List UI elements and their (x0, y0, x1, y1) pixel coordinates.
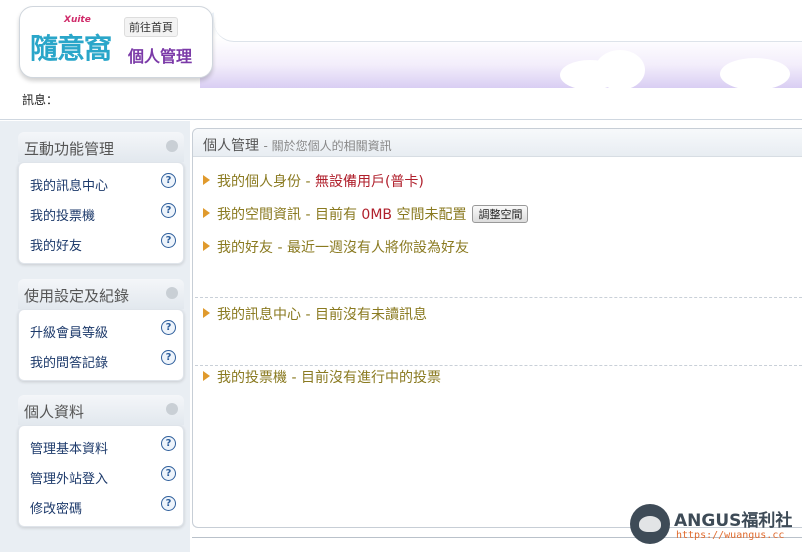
help-icon[interactable]: ? (161, 233, 176, 248)
sidebar-item-friends[interactable]: 我的好友 ? (19, 228, 183, 258)
header-circle-icon (166, 140, 178, 152)
sidebar-item-vote-machine[interactable]: 我的投票機 ? (19, 198, 183, 228)
watermark-url: https://wuangus.cc (676, 530, 785, 541)
main-title: 個人管理 - 關於您個人的相關資訊 (203, 135, 392, 155)
sidebar-item-label[interactable]: 我的訊息中心 (30, 175, 108, 194)
divider (195, 297, 802, 298)
identity-value: 無設備用戶(普卡) (314, 174, 424, 190)
row-separator: - (273, 240, 287, 256)
sidebar-section-title: 互動功能管理 (24, 140, 115, 158)
votes-value: 目前沒有進行中的投票 (300, 370, 441, 386)
bullet-arrow-icon (203, 371, 210, 381)
logo-brand-text: 隨意窩 (30, 32, 112, 65)
sidebar-section-header: 使用設定及紀錄 (18, 279, 184, 309)
help-icon[interactable]: ? (161, 496, 176, 511)
sidebar-item-label[interactable]: 升級會員等級 (30, 322, 108, 341)
space-prefix: 目前有 (314, 207, 362, 223)
row-separator: - (301, 174, 315, 190)
main-panel-header: 個人管理 - 關於您個人的相關資訊 (193, 129, 802, 157)
main-title-text: 個人管理 (203, 138, 259, 154)
help-icon[interactable]: ? (161, 203, 176, 218)
banner-cloud (720, 58, 790, 90)
section-title: 個人管理 (128, 47, 193, 66)
row-label[interactable]: 我的個人身份 (217, 174, 301, 190)
sidebar-item-qa-records[interactable]: 我的問答記錄 ? (19, 345, 183, 375)
watermark-title: ANGUS福利社 (674, 511, 793, 531)
sidebar: 互動功能管理 我的訊息中心 ? 我的投票機 ? 我的好友 ? 使用設定及紀錄 升… (0, 121, 190, 552)
bullet-arrow-icon (203, 208, 210, 218)
sidebar-item-message-center[interactable]: 我的訊息中心 ? (19, 168, 183, 198)
site-logo[interactable]: Xuite 隨意窩 前往首頁 個人管理 (19, 6, 213, 78)
sidebar-section-header: 互動功能管理 (18, 132, 184, 162)
sidebar-item-external-login[interactable]: 管理外站登入 ? (19, 461, 183, 491)
row-text: 我的投票機 - 目前沒有進行中的投票 (217, 367, 441, 387)
sidebar-section-header: 個人資料 (18, 395, 184, 425)
home-link[interactable]: 前往首頁 (124, 17, 178, 37)
adjust-space-button[interactable]: 調整空間 (472, 205, 529, 223)
row-text: 我的訊息中心 - 目前沒有未讀訊息 (217, 304, 427, 324)
divider (195, 365, 802, 366)
help-icon[interactable]: ? (161, 350, 176, 365)
space-amount: 0MB (361, 207, 392, 223)
sidebar-section-interactive: 互動功能管理 我的訊息中心 ? 我的投票機 ? 我的好友 ? (18, 132, 184, 264)
page-header: Xuite 隨意窩 前往首頁 個人管理 訊息： (0, 0, 802, 120)
help-icon[interactable]: ? (161, 436, 176, 451)
sidebar-section-settings: 使用設定及紀錄 升級會員等級 ? 我的問答記錄 ? (18, 279, 184, 381)
watermark-logo-icon (630, 504, 670, 544)
row-text: 我的個人身份 - 無設備用戶(普卡) (217, 171, 424, 191)
row-text: 我的空間資訊 - 目前有 0MB 空間未配置 調整空間 (217, 204, 529, 224)
sidebar-item-basic-info[interactable]: 管理基本資料 ? (19, 431, 183, 461)
space-suffix: 空間未配置 (392, 207, 467, 223)
header-circle-icon (166, 403, 178, 415)
message-label: 訊息： (22, 93, 59, 107)
sidebar-item-label[interactable]: 修改密碼 (30, 498, 82, 517)
row-label[interactable]: 我的投票機 (217, 370, 287, 386)
header-topline (214, 10, 802, 42)
sidebar-item-label[interactable]: 我的投票機 (30, 205, 95, 224)
main-subtitle: - 關於您個人的相關資訊 (263, 139, 392, 153)
row-label[interactable]: 我的訊息中心 (217, 307, 301, 323)
row-label[interactable]: 我的空間資訊 (217, 207, 301, 223)
header-banner (200, 10, 802, 90)
sidebar-section-title: 使用設定及紀錄 (24, 287, 130, 305)
header-circle-icon (166, 287, 178, 299)
main-panel: 個人管理 - 關於您個人的相關資訊 我的個人身份 - 無設備用戶(普卡) 我的空… (192, 128, 802, 528)
bullet-arrow-icon (203, 241, 210, 251)
sidebar-section-body: 管理基本資料 ? 管理外站登入 ? 修改密碼 ? (18, 425, 184, 527)
row-label[interactable]: 我的好友 (217, 240, 273, 256)
watermark: ANGUS福利社 https://wuangus.cc (630, 500, 802, 552)
bullet-arrow-icon (203, 175, 210, 185)
sidebar-section-title: 個人資料 (24, 403, 85, 421)
bullet-arrow-icon (203, 308, 210, 318)
row-separator: - (287, 370, 301, 386)
banner-cloud (595, 50, 645, 90)
row-text: 我的好友 - 最近一週沒有人將你設為好友 (217, 237, 469, 257)
friends-value: 最近一週沒有人將你設為好友 (286, 240, 469, 256)
row-separator: - (301, 307, 315, 323)
help-icon[interactable]: ? (161, 466, 176, 481)
sidebar-item-upgrade-membership[interactable]: 升級會員等級 ? (19, 315, 183, 345)
row-separator: - (301, 207, 315, 223)
sidebar-section-personal-data: 個人資料 管理基本資料 ? 管理外站登入 ? 修改密碼 ? (18, 395, 184, 527)
sidebar-item-change-password[interactable]: 修改密碼 ? (19, 491, 183, 521)
messages-value: 目前沒有未讀訊息 (314, 307, 427, 323)
sidebar-item-label[interactable]: 管理外站登入 (30, 468, 108, 487)
sidebar-section-body: 我的訊息中心 ? 我的投票機 ? 我的好友 ? (18, 162, 184, 264)
help-icon[interactable]: ? (161, 320, 176, 335)
sidebar-item-label[interactable]: 我的好友 (30, 235, 82, 254)
help-icon[interactable]: ? (161, 173, 176, 188)
sidebar-section-body: 升級會員等級 ? 我的問答記錄 ? (18, 309, 184, 381)
sidebar-item-label[interactable]: 管理基本資料 (30, 438, 108, 457)
sidebar-item-label[interactable]: 我的問答記錄 (30, 352, 108, 371)
logo-xuite-text: Xuite (64, 15, 91, 25)
